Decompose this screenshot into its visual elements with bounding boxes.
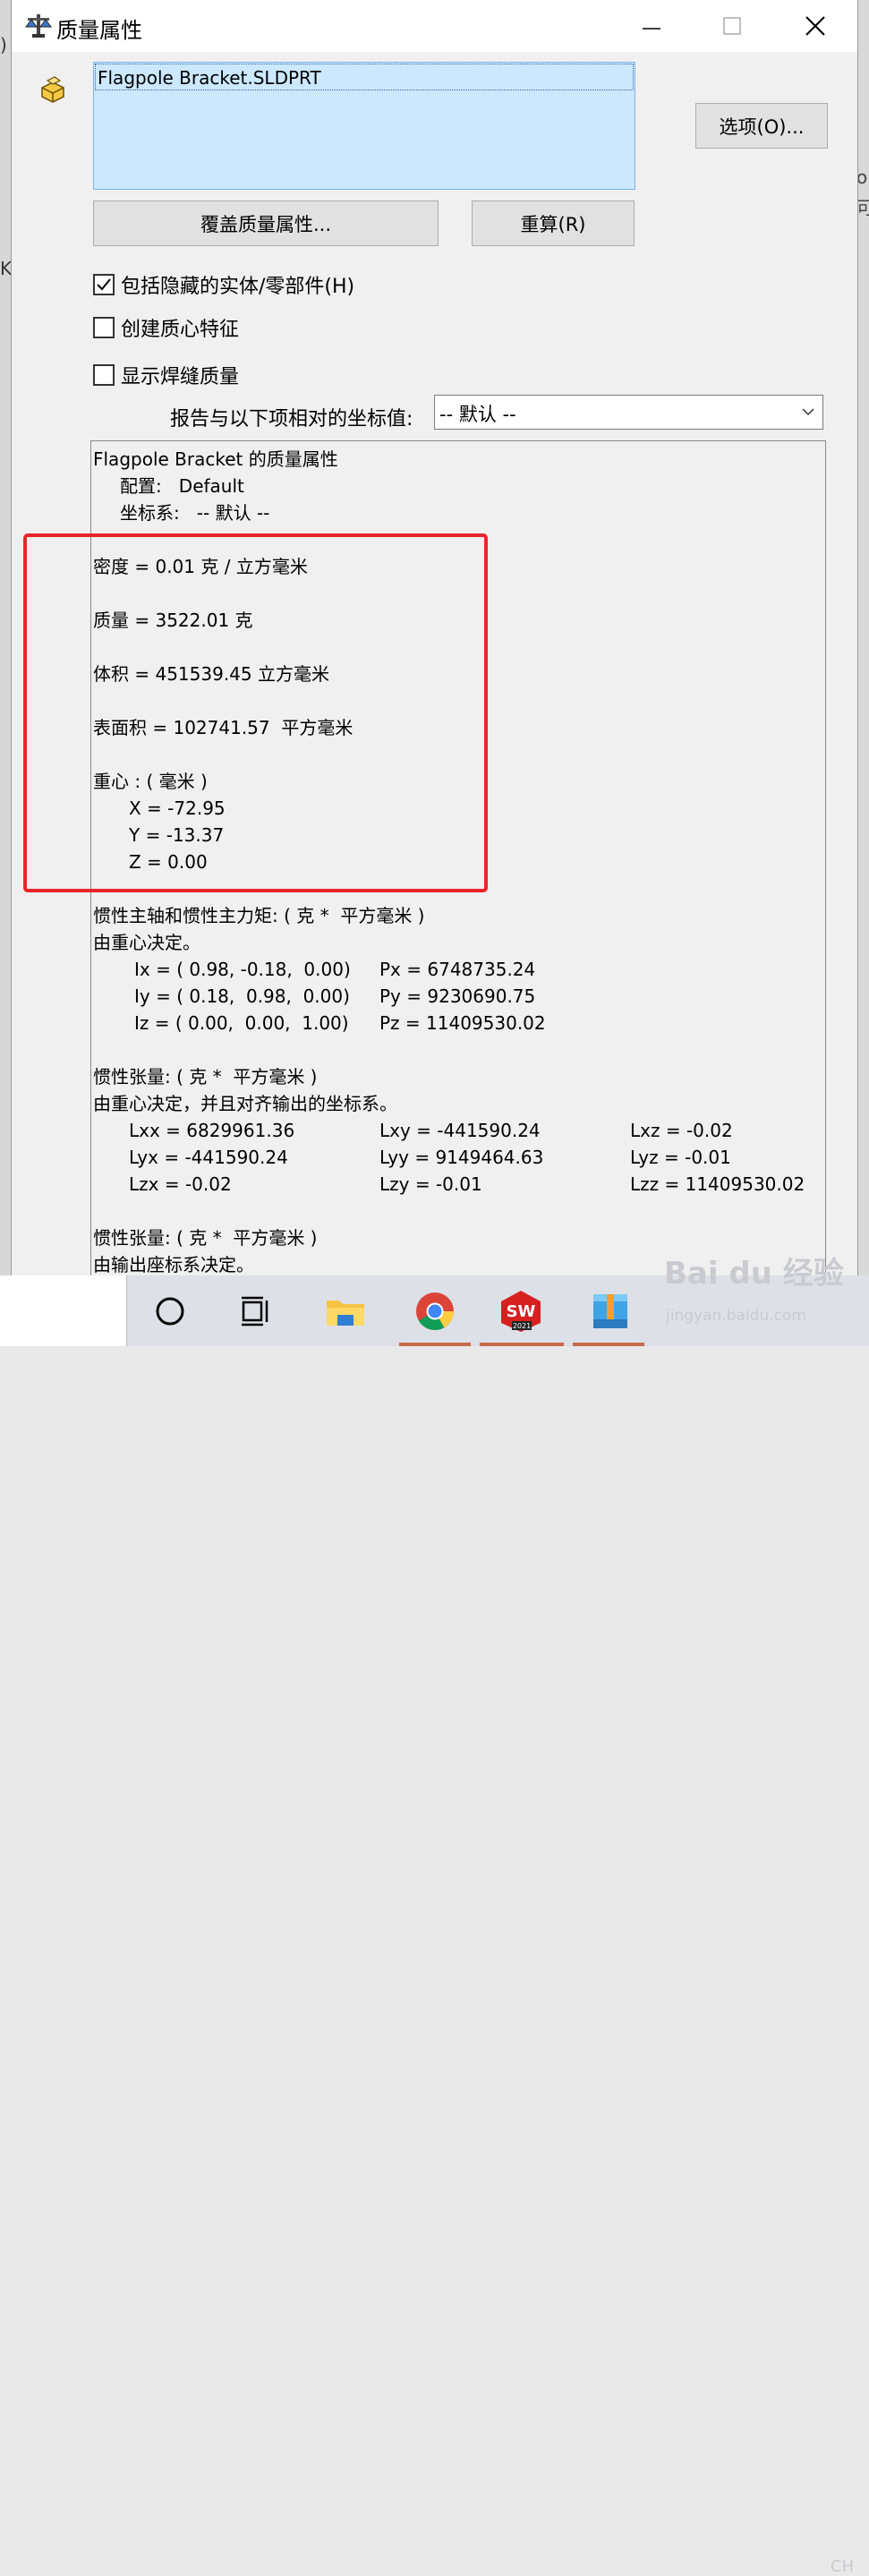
task-view-button[interactable] — [233, 1288, 279, 1335]
background-text: ) — [0, 34, 7, 55]
title-bar[interactable]: 质量属性 — [12, 0, 857, 52]
options-button[interactable]: 选项(O)... — [695, 103, 828, 149]
principal-moment-py: Py = 9230690.75 — [379, 985, 536, 1007]
part-icon — [41, 76, 64, 103]
principal-axis-iy: Iy = ( 0.18, 0.98, 0.00) — [134, 985, 350, 1007]
chrome-active-indicator — [399, 1343, 471, 1346]
background-window-left: ) K — [0, 0, 12, 1275]
include-hidden-label: 包括隐藏的实体/零部件(H) — [121, 276, 355, 298]
solidworks-label: SW — [507, 1302, 536, 1321]
inertia-tensor-output-title: 惯性张量: ( 克 * 平方毫米 ) — [93, 1227, 318, 1249]
minimize-icon — [643, 28, 660, 30]
show-weld-mass-label: 显示焊缝质量 — [121, 366, 240, 388]
solidworks-button[interactable]: SW 2021 — [498, 1288, 544, 1335]
principal-moment-pz: Pz = 11409530.02 — [379, 1012, 546, 1034]
chrome-button[interactable] — [412, 1288, 458, 1335]
tensor-lzz: Lzz = 11409530.02 — [630, 1173, 805, 1195]
config-line: 配置: Default — [120, 475, 244, 497]
show-weld-mass-checkbox[interactable] — [93, 364, 115, 386]
include-hidden-checkbox-row[interactable]: 包括隐藏的实体/零部件(H) — [93, 270, 354, 299]
include-hidden-checkbox[interactable] — [93, 274, 115, 295]
chevron-down-icon — [802, 408, 814, 416]
tensor-lzx: Lzx = -0.02 — [129, 1173, 232, 1195]
tensor-lxx: Lxx = 6829961.36 — [129, 1120, 295, 1141]
tensor-lyy: Lyy = 9149464.63 — [379, 1147, 544, 1168]
close-button[interactable] — [795, 5, 836, 47]
principal-moment-px: Px = 6748735.24 — [379, 959, 536, 980]
principal-axis-iz: Iz = ( 0.00, 0.00, 1.00) — [134, 1012, 349, 1034]
coordinate-system-select[interactable]: -- 默认 -- — [434, 395, 823, 430]
coordinate-system-label: 报告与以下项相对的坐标值: — [170, 408, 413, 431]
mass-properties-dialog: 质量属性 Flagpole Bracket.SLDPRT 选项(O)... 覆盖… — [11, 0, 858, 1276]
create-com-checkbox-row[interactable]: 创建质心特征 — [93, 313, 239, 342]
balance-scale-icon — [25, 14, 52, 38]
checkmark-icon — [97, 278, 111, 291]
create-com-checkbox[interactable] — [93, 317, 115, 338]
task-view-icon — [242, 1296, 268, 1326]
background-text: 可 — [856, 197, 869, 218]
cortana-button[interactable] — [147, 1288, 193, 1335]
file-explorer-button[interactable] — [322, 1288, 369, 1335]
solidworks-active-indicator — [480, 1343, 564, 1346]
chrome-icon — [416, 1292, 454, 1331]
tensor-lzy: Lzy = -0.01 — [379, 1173, 482, 1195]
tensor-lyx: Lyx = -441590.24 — [129, 1147, 288, 1168]
principal-axes-title: 惯性主轴和惯性主力矩: ( 克 * 平方毫米 ) — [93, 905, 425, 926]
background-window-right: o 可 — [856, 0, 869, 1275]
create-com-label: 创建质心特征 — [121, 319, 240, 341]
taskbar-search-area[interactable] — [0, 1275, 127, 1346]
inertia-tensor-title: 惯性张量: ( 克 * 平方毫米 ) — [93, 1066, 318, 1088]
watermark: Bai du 经验 — [664, 1256, 844, 1292]
winrar-active-indicator — [573, 1343, 644, 1346]
override-mass-properties-button[interactable]: 覆盖质量属性... — [93, 200, 439, 246]
tensor-lxz: Lxz = -0.02 — [630, 1120, 733, 1141]
list-item[interactable]: Flagpole Bracket.SLDPRT — [95, 64, 634, 90]
minimize-button[interactable] — [631, 5, 672, 47]
tensor-lxy: Lxy = -441590.24 — [379, 1120, 541, 1141]
watermark-url: jingyan.baidu.com — [666, 1307, 806, 1325]
solidworks-icon: SW 2021 — [501, 1291, 541, 1332]
principal-axis-ix: Ix = ( 0.98, -0.18, 0.00) — [134, 959, 351, 980]
tensor-lyz: Lyz = -0.01 — [630, 1147, 731, 1168]
coordsys-line: 坐标系: -- 默认 -- — [120, 502, 270, 524]
selected-items-list[interactable]: Flagpole Bracket.SLDPRT — [93, 62, 635, 190]
coordinate-system-value: -- 默认 -- — [439, 404, 516, 425]
annotation-highlight-box — [23, 533, 488, 892]
close-icon — [805, 16, 825, 36]
inertia-tensor-note: 由重心决定，并且对齐输出的坐标系。 — [93, 1093, 397, 1114]
results-header: Flagpole Bracket 的质量属性 — [93, 448, 338, 470]
cortana-icon — [156, 1297, 184, 1326]
winrar-icon — [593, 1294, 627, 1328]
window-title: 质量属性 — [56, 18, 142, 43]
maximize-button[interactable] — [711, 5, 753, 47]
principal-axes-note: 由重心决定。 — [93, 932, 200, 953]
maximize-icon — [723, 17, 741, 35]
inertia-tensor-output-note: 由输出座标系决定。 — [93, 1254, 254, 1275]
winrar-button[interactable] — [587, 1288, 634, 1335]
recalculate-button[interactable]: 重算(R) — [472, 200, 635, 246]
show-weld-mass-checkbox-row[interactable]: 显示焊缝质量 — [93, 361, 239, 389]
solidworks-year: 2021 — [513, 1322, 531, 1330]
file-explorer-icon — [327, 1301, 364, 1326]
input-method-indicator[interactable]: CH — [831, 2557, 854, 2576]
